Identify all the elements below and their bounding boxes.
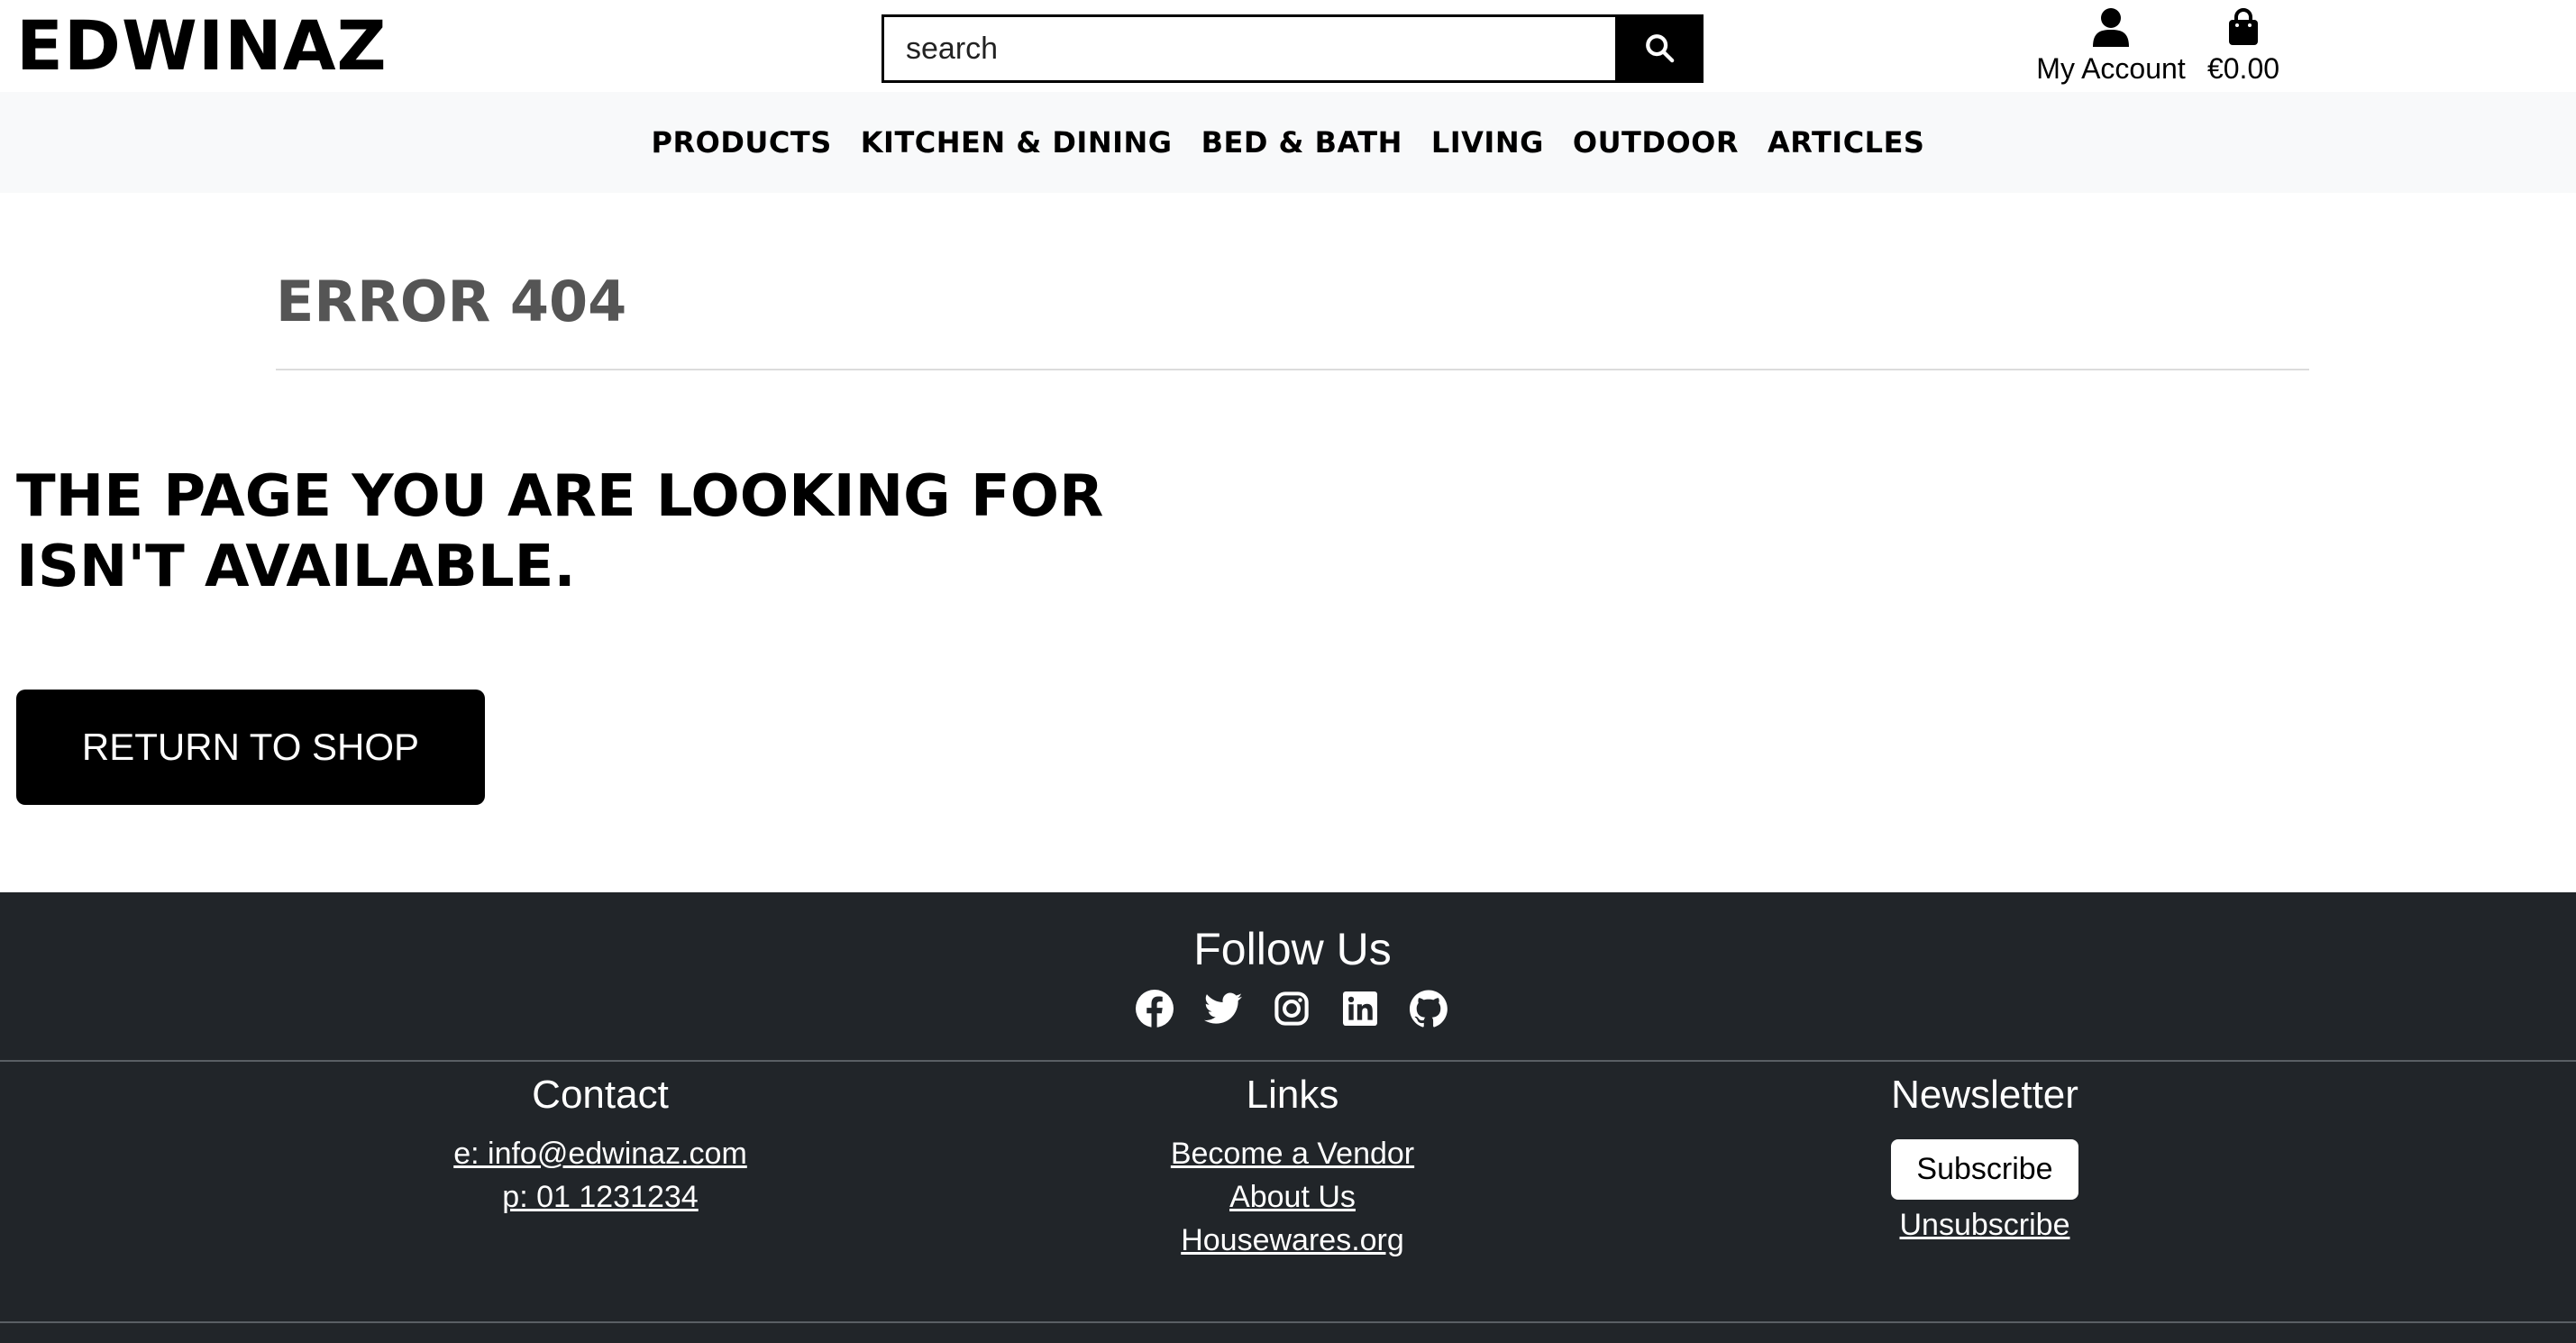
search-input[interactable] [882, 14, 1615, 83]
error-message: THE PAGE YOU ARE LOOKING FOR ISN'T AVAIL… [16, 463, 1104, 600]
nav-item-bed-bath[interactable]: BED & BATH [1201, 125, 1402, 160]
contact-title: Contact [532, 1073, 669, 1117]
search-button[interactable] [1615, 14, 1704, 83]
error-title: ERROR 404 [276, 269, 627, 334]
my-account-label: My Account [2036, 52, 2186, 85]
linkedin-icon[interactable] [1341, 990, 1379, 1028]
contact-phone-link[interactable]: p: 01 1231234 [285, 1175, 916, 1219]
search-icon [1644, 32, 1675, 66]
subscribe-button[interactable]: Subscribe [1889, 1137, 2080, 1201]
nav-item-articles[interactable]: ARTICLES [1768, 125, 1924, 160]
contact-section: Contact e: info@edwinaz.com p: 01 123123… [285, 1073, 916, 1219]
links-title: Links [1246, 1073, 1339, 1117]
site-logo[interactable]: EDWINAZ [16, 5, 388, 87]
site-footer: Follow Us Contact e: info@edwinaz.com p:… [0, 892, 2576, 1343]
unsubscribe-link[interactable]: Unsubscribe [1669, 1203, 2300, 1247]
follow-us-title: Follow Us [1193, 924, 1392, 974]
cart-link[interactable]: €0.00 [2203, 5, 2284, 86]
main-nav: PRODUCTS KITCHEN & DINING BED & BATH LIV… [0, 92, 2576, 193]
housewares-link[interactable]: Housewares.org [977, 1219, 1608, 1262]
about-us-link[interactable]: About Us [977, 1175, 1608, 1219]
links-section: Links Become a Vendor About Us Houseware… [977, 1073, 1608, 1262]
instagram-icon[interactable] [1273, 990, 1311, 1028]
twitter-icon[interactable] [1204, 990, 1242, 1028]
become-vendor-link[interactable]: Become a Vendor [977, 1132, 1608, 1175]
nav-item-outdoor[interactable]: OUTDOOR [1573, 125, 1739, 160]
nav-item-living[interactable]: LIVING [1431, 125, 1544, 160]
site-header: EDWINAZ My Account €0.00 [0, 0, 2576, 92]
newsletter-title: Newsletter [1891, 1073, 2078, 1117]
shopping-bag-icon [2203, 5, 2284, 49]
social-links [1136, 990, 1448, 1028]
contact-email-link[interactable]: e: info@edwinaz.com [285, 1132, 916, 1175]
footer-bottom-divider [0, 1321, 2576, 1323]
nav-item-products[interactable]: PRODUCTS [652, 125, 832, 160]
cart-total: €0.00 [2206, 52, 2280, 85]
search-form [882, 14, 1704, 83]
nav-item-kitchen-dining[interactable]: KITCHEN & DINING [861, 125, 1173, 160]
my-account-link[interactable]: My Account [2032, 5, 2190, 86]
return-to-shop-button[interactable]: RETURN TO SHOP [16, 690, 485, 805]
newsletter-section: Newsletter Subscribe Unsubscribe [1669, 1073, 2300, 1247]
facebook-icon[interactable] [1136, 990, 1174, 1028]
divider [276, 369, 2309, 370]
footer-divider [0, 1060, 2576, 1062]
github-icon[interactable] [1410, 990, 1448, 1028]
user-icon [2032, 5, 2190, 49]
